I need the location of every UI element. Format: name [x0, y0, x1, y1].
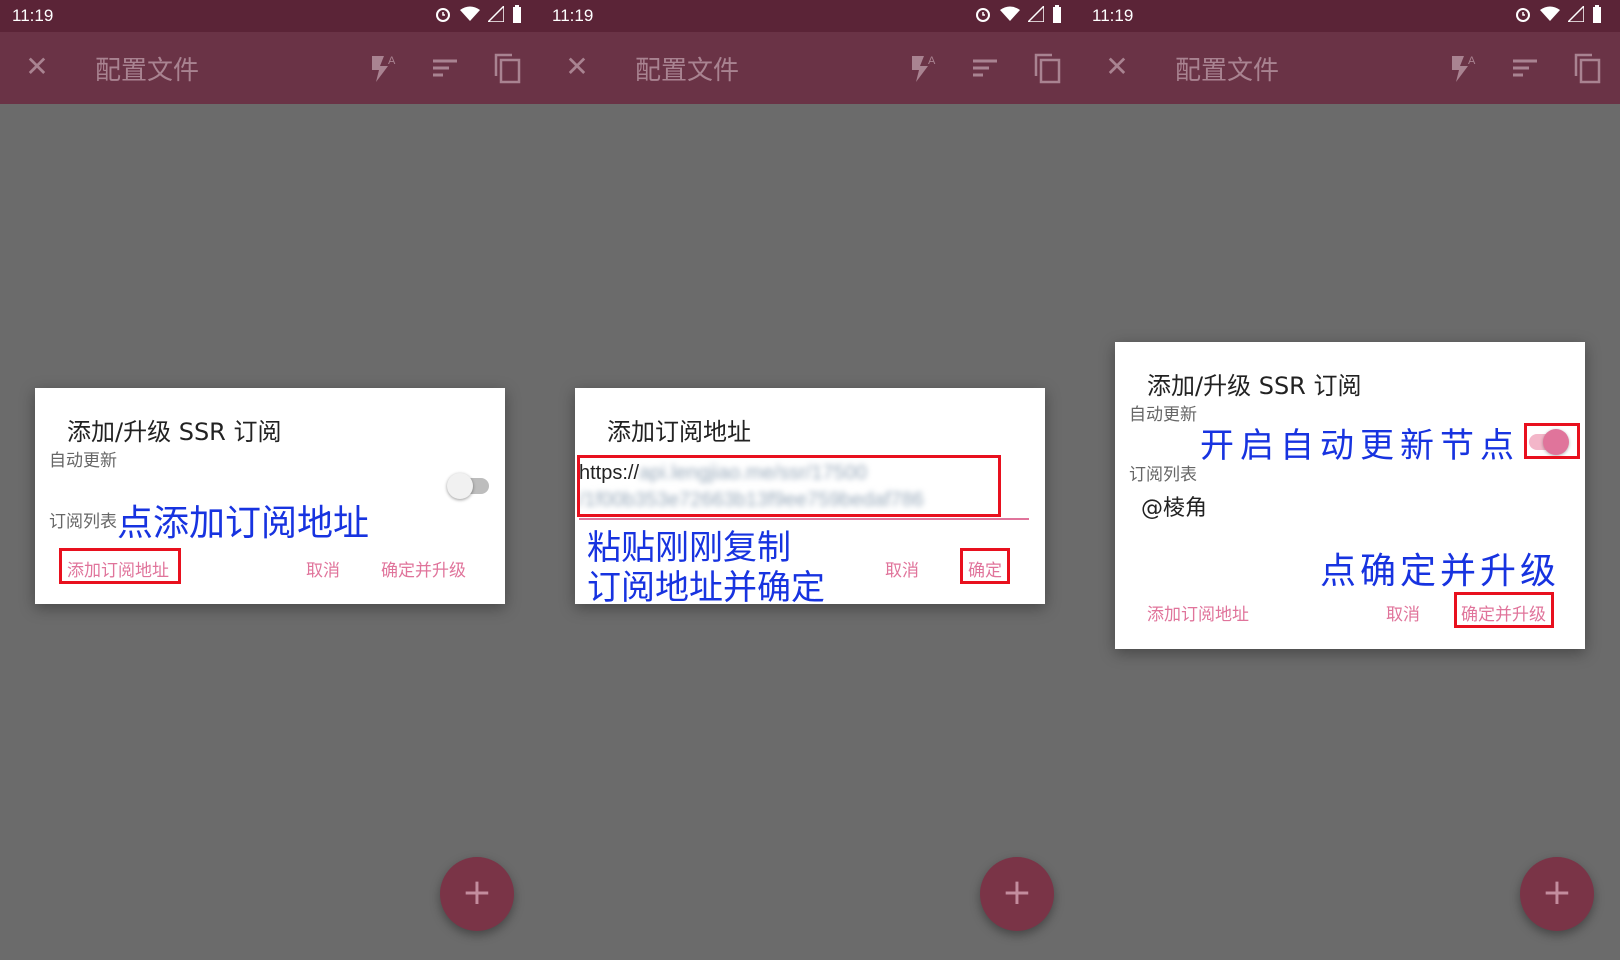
auto-update-toggle[interactable]	[447, 472, 491, 500]
highlight-box	[577, 455, 1001, 517]
battery-icon	[1053, 5, 1061, 23]
add-fab-button[interactable]: +	[1520, 857, 1594, 931]
highlight-box	[59, 548, 181, 584]
app-bar: ✕ 配置文件 A	[1080, 32, 1620, 104]
close-icon[interactable]: ✕	[22, 52, 52, 82]
screen-panel-3: 11:19 ✕ 配置文件 A 添加/升级 SSR 订阅 自动更新 开启自动更新节…	[1080, 0, 1620, 960]
page-title: 配置文件	[635, 56, 740, 86]
highlight-box	[960, 548, 1010, 584]
subscription-item[interactable]: @棱角	[1141, 490, 1207, 522]
dialog-title: 添加/升级 SSR 订阅	[67, 418, 282, 446]
annotation-text: 开启自动更新节点	[1200, 426, 1520, 466]
auto-update-label: 自动更新	[1129, 405, 1197, 425]
app-bar: ✕ 配置文件 A	[540, 32, 1080, 104]
subscription-list-label: 订阅列表	[49, 512, 117, 532]
copy-icon[interactable]	[1032, 52, 1062, 84]
svg-text:A: A	[928, 55, 936, 67]
status-bar: 11:19	[0, 0, 540, 32]
copy-icon[interactable]	[1572, 52, 1602, 84]
status-time: 11:19	[12, 6, 54, 25]
add-upgrade-ssr-dialog: 添加/升级 SSR 订阅 自动更新 开启自动更新节点 订阅列表 @棱角 点确定并…	[1115, 342, 1585, 649]
close-icon[interactable]: ✕	[562, 52, 592, 82]
wifi-icon	[1000, 6, 1020, 21]
svg-text:A: A	[1468, 55, 1476, 67]
highlight-box	[1524, 423, 1580, 459]
flash-auto-icon[interactable]: A	[1448, 52, 1478, 84]
add-subscription-button[interactable]: 添加订阅地址	[1147, 600, 1249, 625]
signal-icon	[1568, 6, 1584, 22]
cancel-button[interactable]: 取消	[306, 556, 340, 581]
copy-icon[interactable]	[492, 52, 522, 84]
cancel-button[interactable]: 取消	[885, 556, 919, 581]
wifi-icon	[460, 6, 480, 21]
dialog-title: 添加订阅地址	[607, 418, 751, 446]
add-subscription-dialog: 添加订阅地址 https://api.lengjiao.me/ssr/17500…	[575, 388, 1045, 608]
flash-auto-icon[interactable]: A	[908, 52, 938, 84]
confirm-upgrade-button[interactable]: 确定并升级	[381, 556, 466, 581]
sort-icon[interactable]	[1510, 52, 1540, 84]
svg-text:A: A	[388, 55, 396, 67]
battery-icon	[513, 5, 521, 23]
page-title: 配置文件	[95, 56, 200, 86]
wifi-icon	[1540, 6, 1560, 21]
auto-update-label: 自动更新	[49, 451, 117, 471]
add-fab-button[interactable]: +	[980, 857, 1054, 931]
screen-panel-1: 11:19 ✕ 配置文件 A 添加/升级 SSR 订阅 自动更新 订阅列表 添加…	[0, 0, 540, 960]
add-upgrade-ssr-dialog: 添加/升级 SSR 订阅 自动更新 订阅列表 添加订阅地址 取消 确定并升级 点…	[35, 388, 505, 604]
subscription-list-label: 订阅列表	[1129, 465, 1197, 485]
sort-icon[interactable]	[970, 52, 1000, 84]
status-bar: 11:19	[1080, 0, 1620, 32]
status-bar: 11:19	[540, 0, 1080, 32]
status-time: 11:19	[552, 6, 594, 25]
dialog-title: 添加/升级 SSR 订阅	[1147, 372, 1362, 400]
alarm-icon	[976, 8, 990, 22]
close-icon[interactable]: ✕	[1102, 52, 1132, 82]
highlight-box	[1454, 592, 1554, 628]
sort-icon[interactable]	[430, 52, 460, 84]
battery-icon	[1593, 5, 1601, 23]
alarm-icon	[436, 8, 450, 22]
status-time: 11:19	[1092, 6, 1134, 25]
toggle-knob	[447, 473, 473, 499]
signal-icon	[488, 6, 504, 22]
alarm-icon	[1516, 8, 1530, 22]
cancel-button[interactable]: 取消	[1386, 600, 1420, 625]
flash-auto-icon[interactable]: A	[368, 52, 398, 84]
page-title: 配置文件	[1175, 56, 1280, 86]
add-fab-button[interactable]: +	[440, 857, 514, 931]
annotation-text: 点添加订阅地址	[117, 503, 370, 544]
signal-icon	[1028, 6, 1044, 22]
annotation-text: 订阅地址并确定	[587, 568, 825, 608]
screen-panel-2: 11:19 ✕ 配置文件 A 添加订阅地址 https://api.lengji…	[540, 0, 1080, 960]
annotation-text: 点确定并升级	[1320, 551, 1561, 592]
app-bar: ✕ 配置文件 A	[0, 32, 540, 104]
